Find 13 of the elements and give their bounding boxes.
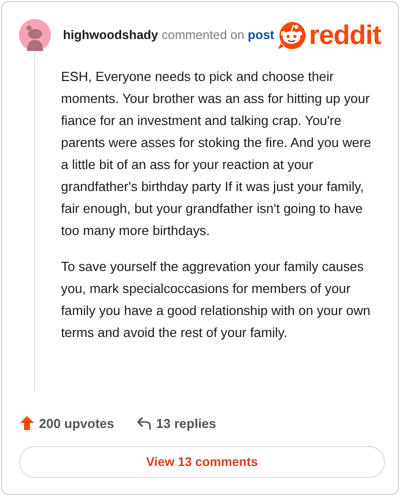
reply-count: 13 replies <box>156 416 216 430</box>
post-link[interactable]: post <box>248 28 274 42</box>
username[interactable]: highwoodshady <box>63 28 158 42</box>
reddit-logo-icon <box>276 20 307 50</box>
avatar-icon <box>19 19 51 51</box>
action-text: commented on <box>162 28 244 42</box>
upvote-count: 200 upvotes <box>39 416 114 430</box>
comment-paragraph: ESH, Everyone needs to pick and choose their moments. Your brother was an ass for hitting up your fiance for an investment and talking crap. You're parents were asses for stoking the fire. And you were a little bit of an ass for your reaction at your grandfather's birthday party If it was just your family, fair enough, but your grandfather isn't going to have too many more birthdays. <box>61 68 372 240</box>
comment-paragraph: To save yourself the aggrevation your family causes you, mark specialcoccasions for members of your family you have a good relationship with on your own terms and avoid the rest of your family. <box>61 258 372 342</box>
upvote-icon[interactable] <box>19 415 35 431</box>
reply-icon[interactable] <box>136 415 152 431</box>
view-comments-button[interactable]: View 13 comments <box>19 446 385 478</box>
logo-text: reddit <box>308 22 381 48</box>
